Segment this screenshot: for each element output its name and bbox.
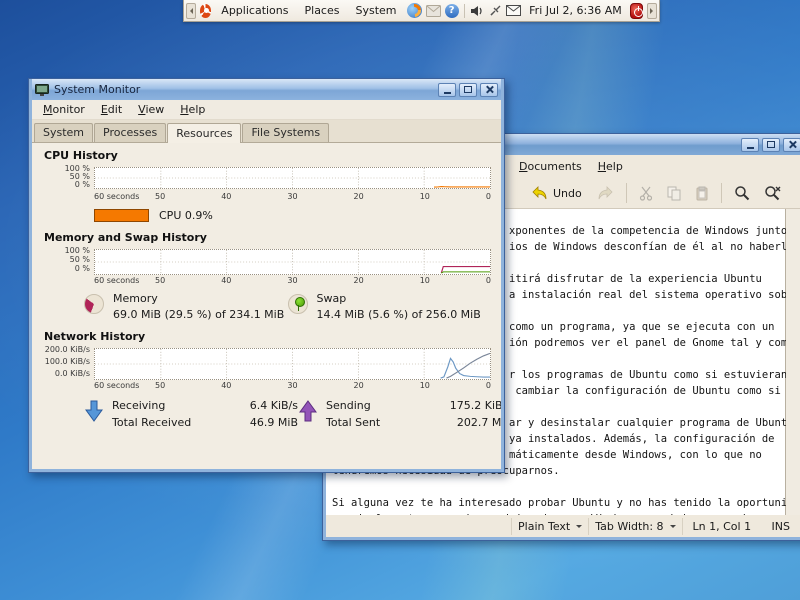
toolbar-separator [626,183,627,203]
maximize-button[interactable] [459,83,477,97]
menu-edit[interactable]: Edit [94,102,129,117]
menu-monitor[interactable]: Monitor [36,102,92,117]
menu-help[interactable]: Help [591,157,630,176]
language-selector[interactable]: Plain Text [511,518,588,535]
menu-system[interactable]: System [349,1,402,20]
paste-icon [695,186,709,201]
text-line: Si alguna vez te ha interesado probar Ub… [332,495,786,511]
system-monitor-titlebar[interactable]: System Monitor [32,79,501,100]
redo-button[interactable] [591,183,619,203]
chevron-down-icon [670,525,676,531]
menu-help[interactable]: Help [173,102,212,117]
mail-icon[interactable] [506,2,521,19]
help-icon[interactable]: ? [445,4,459,18]
window-title: System Monitor [54,83,140,96]
receiving-arrow-icon [85,400,103,422]
cpu-history-chart [94,167,491,189]
copy-icon [667,186,681,201]
volume-icon[interactable] [470,2,484,19]
copy-button[interactable] [662,183,686,204]
undo-icon [531,186,549,200]
panel-scroll-right-icon[interactable] [647,3,657,19]
text-line: o, simplemente, no quieres dejar de usar… [332,511,786,515]
firefox-icon[interactable] [407,3,422,18]
top-panel: Applications Places System ? Fri Jul 2, … [183,0,660,22]
minimize-button[interactable] [438,83,456,97]
memory-label: Memory [113,292,284,305]
tab-strip: System Processes Resources File Systems [32,120,501,143]
cpu-history-heading: CPU History [44,149,491,162]
panel-separator [464,4,465,18]
menu-view[interactable]: View [131,102,171,117]
close-button[interactable] [480,83,498,97]
search-replace-icon [764,185,782,201]
chevron-down-icon [576,525,582,531]
search-icon [734,185,750,201]
memory-pie-icon[interactable] [84,294,104,314]
cpu-x-axis: 60 seconds50403020100 [94,191,491,202]
replace-button[interactable] [759,182,787,204]
power-button[interactable] [630,3,644,19]
network-history-chart [94,348,491,380]
insert-mode-indicator: INS [772,520,790,533]
tab-system[interactable]: System [34,123,93,142]
redo-icon [596,186,614,200]
swap-pie-icon[interactable] [288,294,308,314]
scissors-icon [639,186,653,201]
menu-documents[interactable]: Documents [512,157,589,176]
panel-scroll-left-icon[interactable] [186,3,196,19]
network-history-heading: Network History [44,330,491,343]
maximize-button[interactable] [762,138,780,152]
system-monitor-window: System Monitor Monitor Edit View Help Sy… [28,78,505,473]
swap-detail: 14.4 MiB (5.6 %) of 256.0 MiB [317,308,481,321]
memory-detail: 69.0 MiB (29.5 %) of 234.1 MiB [113,308,284,321]
close-button[interactable] [783,138,800,152]
total-sent-label: Total Sent [326,416,436,429]
cpu-y-axis: 100 %50 %0 % [42,165,94,189]
total-received-value: 46.9 MiB [226,416,298,429]
receiving-rate: 6.4 KiB/s [226,399,298,412]
clock[interactable]: Fri Jul 2, 6:36 AM [525,4,626,17]
memory-history-chart [94,249,491,275]
sending-arrow-icon [299,400,317,422]
find-button[interactable] [729,182,755,204]
sending-rate: 175.2 KiB/s [440,399,501,412]
cpu-legend-label: CPU 0.9% [159,209,213,222]
system-monitor-menubar: Monitor Edit View Help [32,100,501,120]
network-icon[interactable] [488,2,502,19]
gedit-statusbar: Plain Text Tab Width: 8 Ln 1, Col 1 INS [326,515,800,537]
system-monitor-icon [35,84,49,96]
resources-panel: CPU History 100 %50 %0 % 60 seconds50403… [32,143,501,469]
tab-width-selector[interactable]: Tab Width: 8 [588,518,681,535]
swap-label: Swap [317,292,481,305]
desktop: Applications Places System ? Fri Jul 2, … [0,0,800,600]
toolbar-separator [721,183,722,203]
sending-label: Sending [326,399,436,412]
receiving-label: Receiving [112,399,222,412]
undo-button[interactable]: Undo [526,183,587,203]
paste-button[interactable] [690,183,714,204]
cursor-position: Ln 1, Col 1 [682,518,772,535]
total-received-label: Total Received [112,416,222,429]
memory-x-axis: 60 seconds50403020100 [94,275,491,286]
memory-swap-heading: Memory and Swap History [44,231,491,244]
evolution-mail-icon[interactable] [426,2,441,19]
minimize-button[interactable] [741,138,759,152]
tab-file-systems[interactable]: File Systems [242,123,329,142]
menu-applications[interactable]: Applications [215,1,294,20]
network-y-axis: 200.0 KiB/s100.0 KiB/s0.0 KiB/s [42,346,94,378]
menu-places[interactable]: Places [299,1,346,20]
text-line [332,479,786,495]
tab-processes[interactable]: Processes [94,123,166,142]
cut-button[interactable] [634,183,658,204]
memory-y-axis: 100 %50 %0 % [42,247,94,273]
network-x-axis: 60 seconds50403020100 [94,380,491,391]
total-sent-value: 202.7 MiB [440,416,501,429]
cpu-color-swatch[interactable] [94,209,149,222]
tab-resources[interactable]: Resources [167,123,241,143]
ubuntu-logo-icon[interactable] [200,4,212,18]
